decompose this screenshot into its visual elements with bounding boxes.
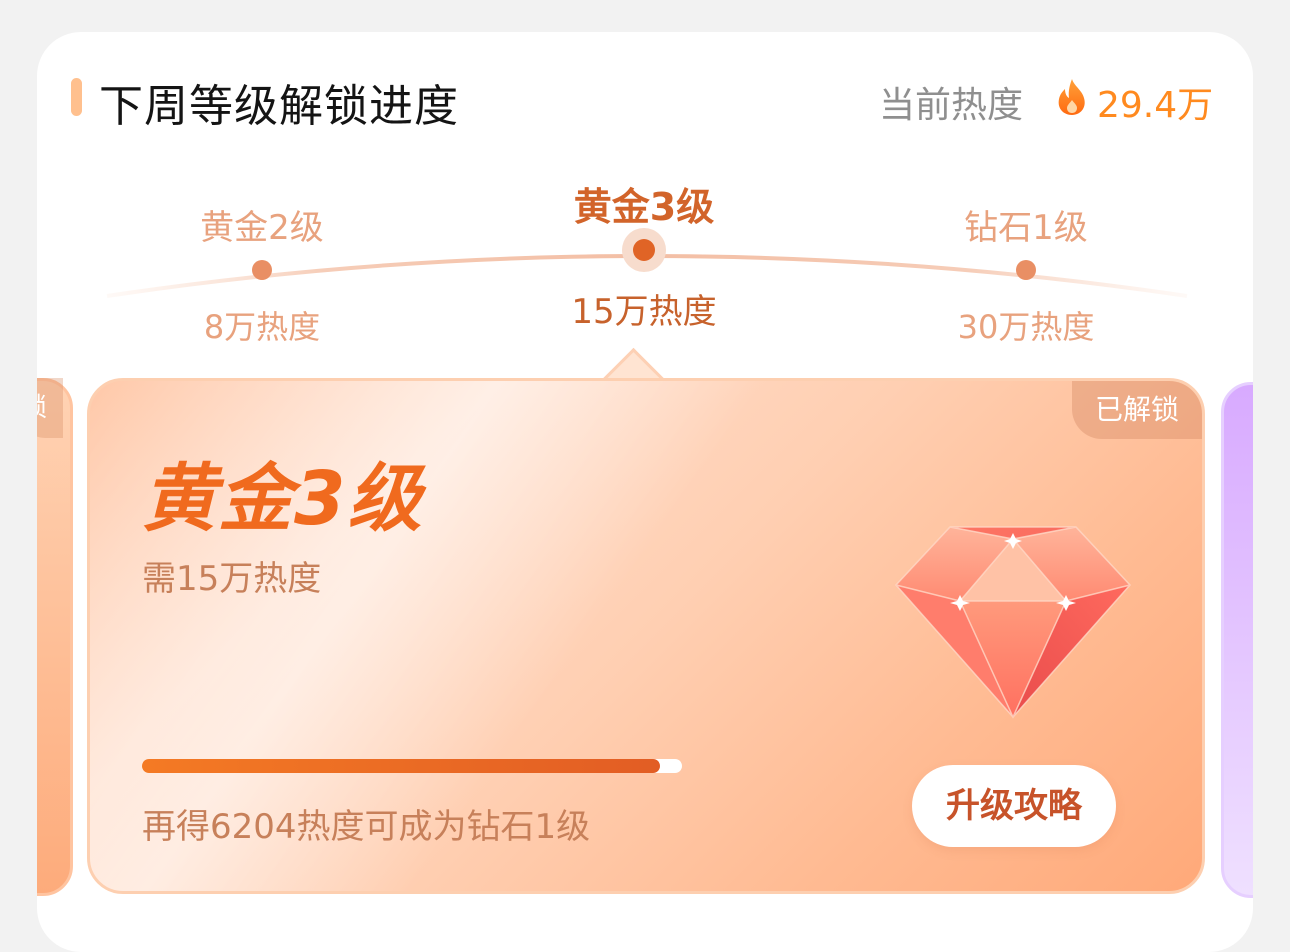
current-heat-value: 29.4万 bbox=[1097, 85, 1214, 126]
level-card-gold3[interactable]: 已解锁 黄金3级 需15万热度 再得6204热度可成为钻石1级 升级攻略 bbox=[87, 378, 1205, 894]
title-accent-bar bbox=[71, 78, 82, 116]
level-name-gold2[interactable]: 黄金2级 bbox=[200, 200, 324, 249]
card-requirement: 需15万热度 bbox=[142, 559, 322, 599]
fire-icon bbox=[1058, 79, 1085, 115]
level-progress-panel: 下周等级解锁进度 当前热度 29.4万 黄金2级 8万热度 黄金3级 15万热度… bbox=[37, 32, 1253, 952]
unlock-progress-bar bbox=[142, 759, 682, 773]
level-heat-gold3: 15万热度 bbox=[571, 292, 717, 332]
page-title: 下周等级解锁进度 bbox=[99, 81, 459, 132]
current-heat-label: 当前热度 bbox=[879, 85, 1024, 126]
prev-card-badge: 锁 bbox=[37, 378, 63, 438]
level-heat-diamond1: 30万热度 bbox=[957, 308, 1095, 346]
level-node-gold2 bbox=[252, 260, 272, 280]
progress-hint: 再得6204热度可成为钻石1级 bbox=[142, 807, 591, 847]
level-heat-gold2: 8万热度 bbox=[203, 308, 321, 346]
unlocked-badge: 已解锁 bbox=[1072, 381, 1202, 439]
level-name-diamond1[interactable]: 钻石1级 bbox=[964, 200, 1088, 249]
card-level-title: 黄金3级 bbox=[142, 456, 424, 542]
level-node-diamond1 bbox=[1016, 260, 1036, 280]
level-timeline: 黄金2级 8万热度 黄金3级 15万热度 钻石1级 30万热度 bbox=[37, 172, 1253, 372]
next-level-card[interactable] bbox=[1221, 382, 1253, 898]
prev-level-card[interactable] bbox=[37, 378, 73, 896]
diamond-gem-icon bbox=[894, 526, 1132, 719]
level-name-gold3[interactable]: 黄金3级 bbox=[574, 176, 714, 231]
unlock-progress-fill bbox=[142, 759, 661, 773]
upgrade-guide-button[interactable]: 升级攻略 bbox=[912, 765, 1116, 847]
level-node-gold3 bbox=[633, 239, 655, 261]
